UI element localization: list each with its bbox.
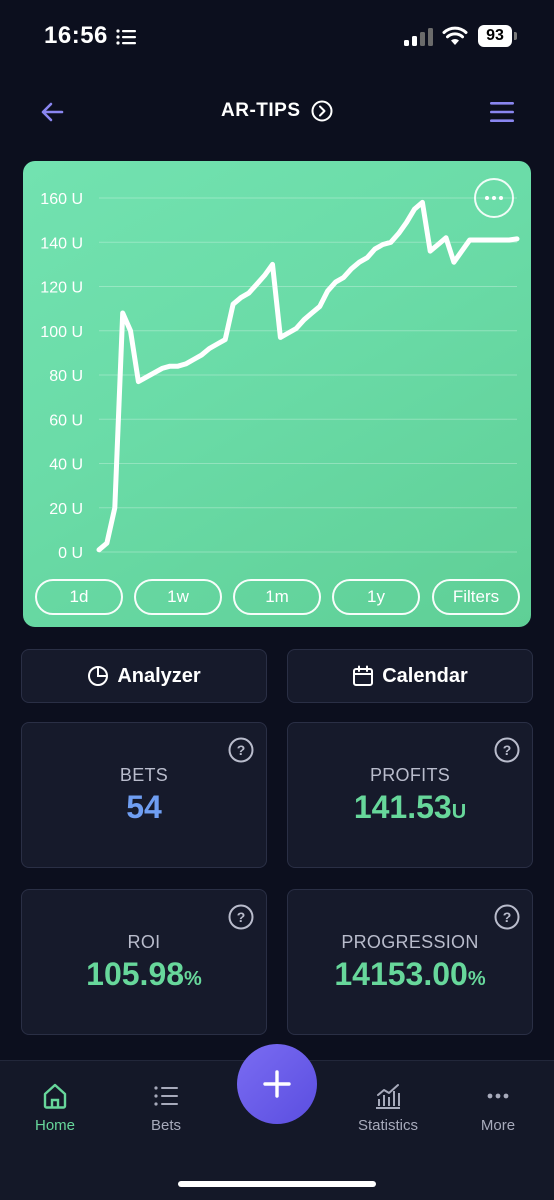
- page-header: AR-TIPS: [0, 100, 554, 122]
- plus-icon: [263, 1070, 291, 1098]
- bets-stat-card: ? BETS 54: [21, 722, 267, 868]
- profit-line-chart: 160 U 140 U 120 U 100 U 80 U 60 U 40 U 20 U 0 U: [40, 191, 520, 562]
- tab-label: More: [480, 1117, 516, 1134]
- y-tick-label: 140 U: [40, 235, 83, 252]
- signal-icon: [404, 28, 433, 46]
- dot: [499, 196, 503, 200]
- analyzer-label: Analyzer: [117, 664, 201, 687]
- calendar-icon: [353, 665, 374, 686]
- y-tick-label: 0 U: [58, 545, 83, 562]
- tab-more[interactable]: More: [443, 1081, 553, 1134]
- help-icon[interactable]: ?: [228, 904, 254, 930]
- statistics-icon: [376, 1084, 400, 1109]
- profits-value: 141.53: [353, 789, 452, 825]
- stat-label: PROFITS: [369, 765, 451, 785]
- progression-unit: %: [467, 968, 486, 990]
- status-time: 16:56: [44, 22, 108, 49]
- dot: [492, 196, 496, 200]
- y-tick-label: 100 U: [40, 324, 83, 341]
- y-tick-label: 60 U: [49, 412, 83, 429]
- svg-text:?: ?: [237, 909, 246, 925]
- tab-home[interactable]: Home: [0, 1081, 110, 1134]
- analyzer-button[interactable]: Analyzer: [21, 649, 267, 703]
- home-indicator: [178, 1181, 376, 1187]
- battery-level: 93: [486, 27, 504, 44]
- calendar-label: Calendar: [382, 664, 468, 687]
- y-tick-label: 40 U: [49, 457, 83, 474]
- stat-value: 105.98%: [22, 956, 266, 993]
- home-icon: [43, 1083, 67, 1109]
- range-1w-button[interactable]: 1w: [134, 579, 222, 615]
- pie-chart-icon: [88, 666, 109, 686]
- progression-value: 14153.00: [334, 956, 468, 992]
- calendar-button[interactable]: Calendar: [287, 649, 533, 703]
- add-bet-button[interactable]: [237, 1044, 317, 1124]
- range-1y-button[interactable]: 1y: [332, 579, 420, 615]
- y-tick-label: 160 U: [40, 191, 83, 208]
- tab-label: Statistics: [357, 1117, 418, 1134]
- stat-value: 54: [22, 789, 266, 826]
- filters-button[interactable]: Filters: [432, 579, 520, 615]
- profits-stat-card: ? PROFITS 141.53U: [287, 722, 533, 868]
- chart-options-button[interactable]: [474, 178, 514, 218]
- profits-unit: U: [451, 801, 467, 823]
- stat-value: 14153.00%: [288, 956, 532, 993]
- dot: [485, 196, 489, 200]
- range-1m-button[interactable]: 1m: [233, 579, 321, 615]
- tab-label: Home: [34, 1117, 75, 1134]
- help-icon[interactable]: ?: [494, 904, 520, 930]
- tab-label: Bets: [150, 1117, 181, 1134]
- tab-bets[interactable]: Bets: [111, 1081, 221, 1134]
- battery-tip: [514, 32, 517, 40]
- help-icon[interactable]: ?: [494, 737, 520, 763]
- chevron-right-circle-icon[interactable]: [311, 100, 333, 122]
- list-icon: [154, 1086, 178, 1106]
- tab-statistics[interactable]: Statistics: [333, 1081, 443, 1134]
- roi-value: 105.98: [86, 956, 185, 992]
- stat-value: 141.53U: [288, 789, 532, 826]
- stat-label: BETS: [119, 765, 169, 785]
- y-tick-label: 120 U: [40, 280, 83, 297]
- battery-indicator: 93: [478, 25, 512, 47]
- stat-label: PROGRESSION: [341, 932, 479, 952]
- roi-unit: %: [184, 968, 202, 990]
- profit-chart-card: 160 U 140 U 120 U 100 U 80 U 60 U 40 U 20 U0 U …: [23, 161, 531, 627]
- hamburger-menu-icon[interactable]: [486, 98, 518, 126]
- y-tick-label: 80 U: [49, 368, 83, 385]
- time-range-selector: 1d 1w 1m 1y Filters: [35, 579, 521, 615]
- page-title[interactable]: AR-TIPS: [221, 100, 301, 121]
- svg-text:?: ?: [237, 742, 246, 758]
- bets-value: 54: [126, 789, 162, 825]
- y-tick-label: 20 U: [49, 501, 83, 518]
- wifi-icon: [442, 26, 468, 45]
- progression-stat-card: ? PROGRESSION 14153.00%: [287, 889, 533, 1035]
- stat-label: ROI: [127, 932, 161, 952]
- svg-text:?: ?: [503, 909, 512, 925]
- status-bar: 16:56 93: [0, 0, 554, 70]
- svg-text:?: ?: [503, 742, 512, 758]
- profit-series-line: [96, 199, 520, 553]
- list-icon: [116, 29, 136, 45]
- range-1d-button[interactable]: 1d: [35, 579, 123, 615]
- more-icon: [487, 1093, 509, 1099]
- help-icon[interactable]: ?: [228, 737, 254, 763]
- roi-stat-card: ? ROI 105.98%: [21, 889, 267, 1035]
